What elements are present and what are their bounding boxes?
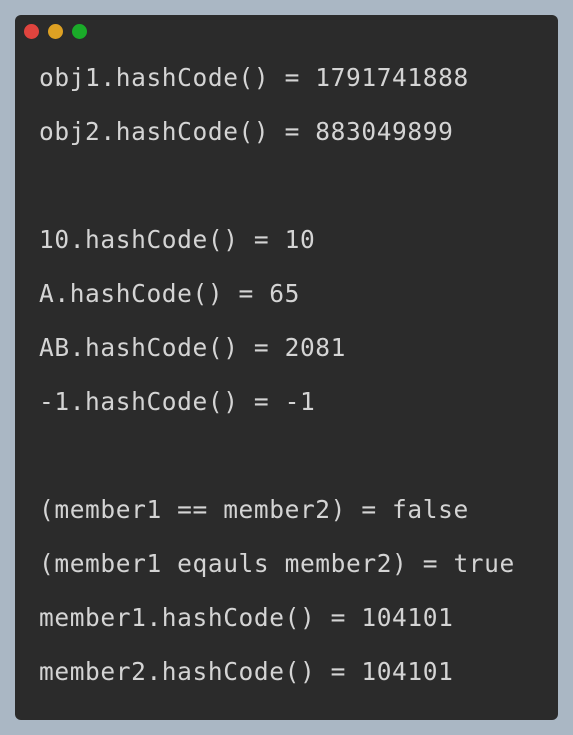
console-output: obj1.hashCode() = 1791741888 obj2.hashCo… xyxy=(39,51,550,699)
console-line: member1.hashCode() = 104101 xyxy=(39,603,454,632)
console-line: obj2.hashCode() = 883049899 xyxy=(39,117,454,146)
window-controls xyxy=(24,24,87,39)
console-line: (member1 eqauls member2) = true xyxy=(39,549,515,578)
minimize-window-button[interactable] xyxy=(48,24,63,39)
console-line: AB.hashCode() = 2081 xyxy=(39,333,347,362)
close-window-button[interactable] xyxy=(24,24,39,39)
console-line-blank xyxy=(39,159,550,213)
zoom-window-button[interactable] xyxy=(72,24,87,39)
console-line: A.hashCode() = 65 xyxy=(39,279,300,308)
console-line: member2.hashCode() = 104101 xyxy=(39,657,454,686)
console-line: (member1 == member2) = false xyxy=(39,495,469,524)
console-line: obj1.hashCode() = 1791741888 xyxy=(39,63,469,92)
console-line: -1.hashCode() = -1 xyxy=(39,387,316,416)
console-line-blank xyxy=(39,429,550,483)
console-line: 10.hashCode() = 10 xyxy=(39,225,316,254)
terminal-window: obj1.hashCode() = 1791741888 obj2.hashCo… xyxy=(15,15,558,720)
